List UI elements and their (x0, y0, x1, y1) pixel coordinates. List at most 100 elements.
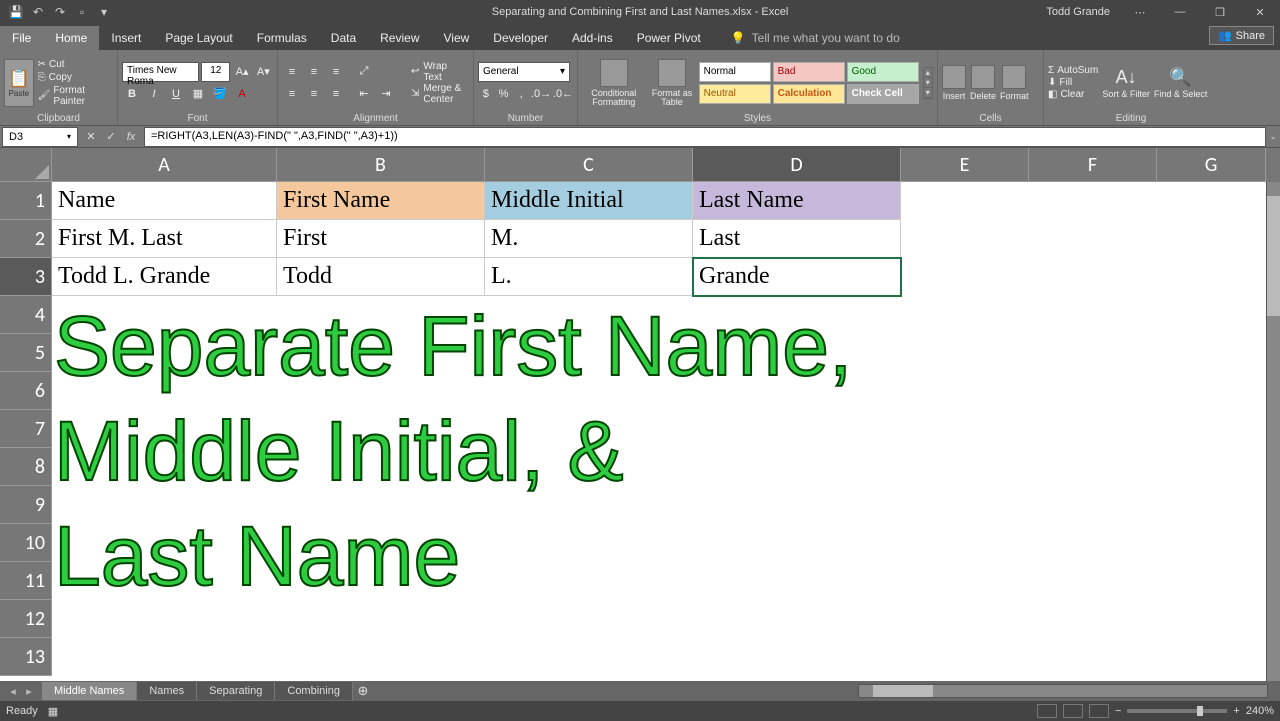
zoom-level[interactable]: 240% (1246, 705, 1274, 717)
insert-function-button[interactable]: fx (122, 128, 140, 146)
col-header-f[interactable]: F (1029, 148, 1157, 182)
name-box[interactable]: D3▾ (2, 127, 78, 147)
hscroll-thumb[interactable] (873, 685, 933, 697)
cell-a2[interactable]: First M. Last (52, 220, 277, 258)
row-header-2[interactable]: 2 (0, 220, 52, 258)
cut-button[interactable]: ✂Cut (38, 59, 113, 70)
tab-data[interactable]: Data (319, 26, 368, 50)
zoom-thumb[interactable] (1197, 706, 1203, 716)
align-center-button[interactable]: ≡ (304, 84, 324, 104)
format-as-table-button[interactable]: Format as Table (649, 59, 694, 107)
row-header-8[interactable]: 8 (0, 448, 52, 486)
cell-g2[interactable] (1157, 220, 1266, 258)
sheet-nav-next[interactable]: ▸ (22, 685, 36, 698)
col-header-d[interactable]: D (693, 148, 901, 182)
align-middle-button[interactable]: ≡ (304, 62, 324, 82)
restore-button[interactable]: ❐ (1200, 0, 1240, 24)
close-button[interactable]: ✕ (1240, 0, 1280, 24)
bold-button[interactable]: B (122, 84, 142, 104)
page-break-view-button[interactable] (1089, 704, 1109, 718)
tab-view[interactable]: View (432, 26, 482, 50)
undo-icon[interactable]: ↶ (30, 4, 46, 20)
cell-f3[interactable] (1029, 258, 1157, 296)
cell-g3[interactable] (1157, 258, 1266, 296)
row-header-3[interactable]: 3 (0, 258, 52, 296)
sort-filter-button[interactable]: A↓Sort & Filter (1102, 67, 1150, 99)
row-13-cells[interactable] (52, 638, 1266, 676)
increase-decimal-button[interactable]: .0→ (531, 84, 551, 104)
style-check-cell[interactable]: Check Cell (847, 84, 919, 104)
shrink-font-button[interactable]: A▾ (254, 62, 273, 82)
cell-d1[interactable]: Last Name (693, 182, 901, 220)
ribbon-options-icon[interactable]: ⋯ (1120, 0, 1160, 24)
sheet-tab-names[interactable]: Names (137, 682, 197, 700)
clear-button[interactable]: ◧Clear (1048, 89, 1098, 100)
cell-c1[interactable]: Middle Initial (485, 182, 693, 220)
fill-button[interactable]: ⬇Fill (1048, 77, 1098, 88)
col-header-c[interactable]: C (485, 148, 693, 182)
underline-button[interactable]: U (166, 84, 186, 104)
style-normal[interactable]: Normal (699, 62, 771, 82)
cell-b3[interactable]: Todd (277, 258, 485, 296)
row-header-6[interactable]: 6 (0, 372, 52, 410)
col-header-e[interactable]: E (901, 148, 1029, 182)
style-bad[interactable]: Bad (773, 62, 845, 82)
row-11-cells[interactable] (52, 562, 1266, 600)
percent-format-button[interactable]: % (496, 84, 512, 104)
redo-icon[interactable]: ↷ (52, 4, 68, 20)
sheet-tab-middle-names[interactable]: Middle Names (42, 682, 137, 700)
cell-g1[interactable] (1157, 182, 1266, 220)
align-left-button[interactable]: ≡ (282, 84, 302, 104)
gallery-down-button[interactable]: ▾ (924, 78, 932, 88)
row-header-5[interactable]: 5 (0, 334, 52, 372)
cell-f1[interactable] (1029, 182, 1157, 220)
font-name-select[interactable]: Times New Roma (122, 62, 199, 82)
row-header-9[interactable]: 9 (0, 486, 52, 524)
row-header-13[interactable]: 13 (0, 638, 52, 676)
enter-formula-button[interactable]: ✓ (102, 128, 120, 146)
style-calculation[interactable]: Calculation (773, 84, 845, 104)
row-header-7[interactable]: 7 (0, 410, 52, 448)
comma-format-button[interactable]: , (513, 84, 529, 104)
orientation-button[interactable]: ⤢ (354, 62, 374, 82)
row-header-4[interactable]: 4 (0, 296, 52, 334)
tell-me-search[interactable]: 💡 Tell me what you want to do (723, 26, 908, 50)
sheet-tab-separating[interactable]: Separating (197, 682, 275, 700)
select-all-button[interactable] (0, 148, 52, 182)
row-header-10[interactable]: 10 (0, 524, 52, 562)
align-bottom-button[interactable]: ≡ (326, 62, 346, 82)
tab-powerpivot[interactable]: Power Pivot (625, 26, 713, 50)
tab-formulas[interactable]: Formulas (245, 26, 319, 50)
zoom-in-button[interactable]: + (1233, 705, 1239, 717)
save-icon[interactable]: 💾 (8, 4, 24, 20)
tab-insert[interactable]: Insert (99, 26, 153, 50)
font-size-select[interactable]: 12 (201, 62, 230, 82)
style-good[interactable]: Good (847, 62, 919, 82)
col-header-g[interactable]: G (1157, 148, 1266, 182)
vscroll-thumb[interactable] (1267, 196, 1280, 316)
row-9-cells[interactable] (52, 486, 1266, 524)
row-8-cells[interactable] (52, 448, 1266, 486)
user-name[interactable]: Todd Grande (1046, 6, 1110, 18)
col-header-a[interactable]: A (52, 148, 277, 182)
row-4-cells[interactable] (52, 296, 1266, 334)
row-10-cells[interactable] (52, 524, 1266, 562)
col-header-b[interactable]: B (277, 148, 485, 182)
share-button[interactable]: 👥 Share (1209, 26, 1274, 45)
vertical-scrollbar[interactable] (1266, 182, 1280, 681)
border-button[interactable]: ▦ (188, 84, 208, 104)
delete-cells-button[interactable]: Delete (970, 65, 996, 101)
cell-e3[interactable] (901, 258, 1029, 296)
cell-c3[interactable]: L. (485, 258, 693, 296)
font-color-button[interactable]: A (232, 84, 252, 104)
accounting-format-button[interactable]: $ (478, 84, 494, 104)
cell-a1[interactable]: Name (52, 182, 277, 220)
row-7-cells[interactable] (52, 410, 1266, 448)
macro-record-icon[interactable]: ▦ (48, 705, 58, 718)
tab-addins[interactable]: Add-ins (560, 26, 625, 50)
conditional-formatting-button[interactable]: Conditional Formatting (582, 59, 645, 107)
fill-color-button[interactable]: 🪣 (210, 84, 230, 104)
new-sheet-button[interactable]: ⊕ (353, 683, 373, 699)
tab-file[interactable]: File (0, 26, 43, 50)
insert-cells-button[interactable]: Insert (942, 65, 966, 101)
